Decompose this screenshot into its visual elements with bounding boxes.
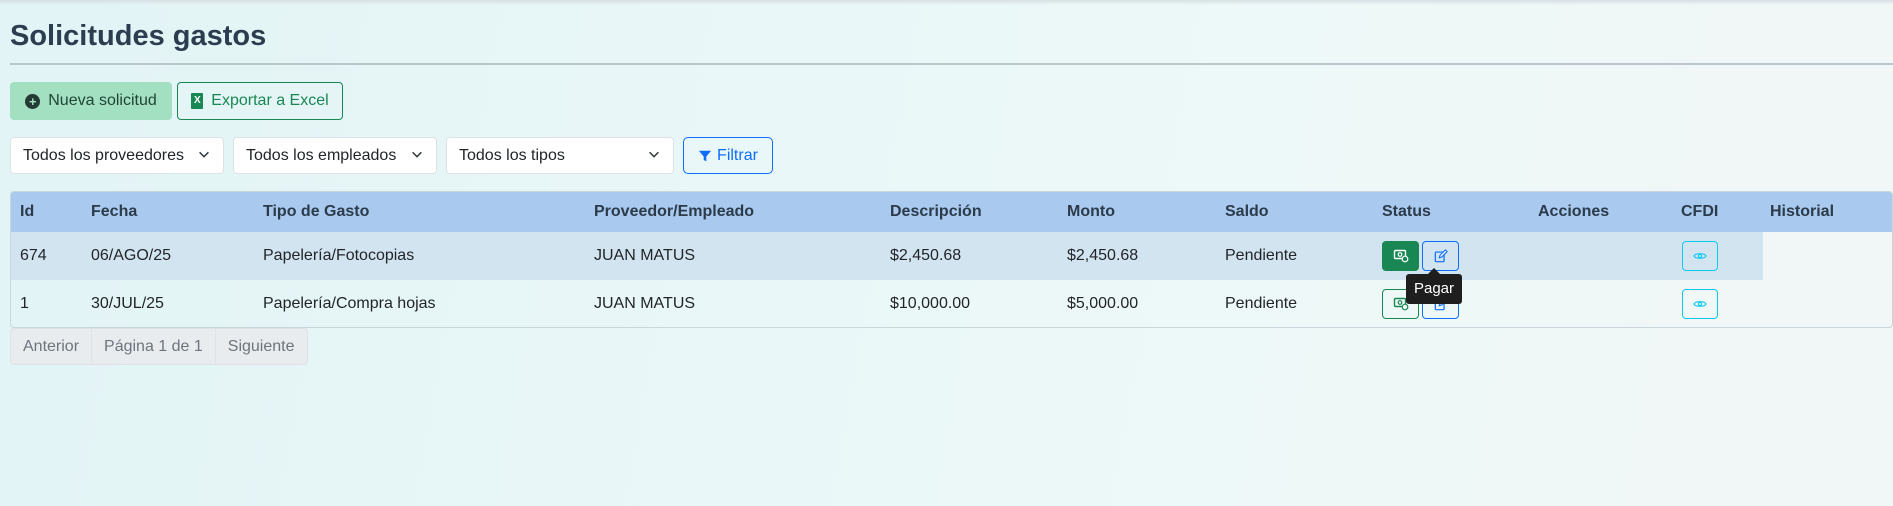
page-indicator: Página 1 de 1 (92, 329, 216, 364)
chevron-down-icon (412, 151, 422, 158)
edit-button[interactable] (1422, 241, 1459, 271)
cell-tipo-gasto: Papelería/Fotocopias (263, 247, 415, 264)
new-request-button[interactable]: + Nueva solicitud (10, 82, 172, 120)
export-excel-button[interactable]: X Exportar a Excel (177, 82, 343, 120)
header-tipo-gasto: Tipo de Gasto (263, 203, 370, 220)
employees-select[interactable]: Todos los empleados (233, 137, 437, 174)
export-excel-label: Exportar a Excel (211, 92, 329, 109)
header-historial: Historial (1770, 203, 1835, 220)
cell-descripcion: $2,450.68 (890, 247, 962, 264)
providers-select[interactable]: Todos los proveedores (10, 137, 224, 174)
header-fecha: Fecha (91, 203, 138, 220)
eye-icon (1693, 253, 1707, 259)
cell-fecha: 30/JUL/25 (91, 295, 164, 312)
funnel-icon (698, 150, 712, 161)
edit-pencil-icon (1434, 249, 1448, 263)
cell-id: 674 (20, 247, 47, 264)
header-status: Status (1382, 203, 1431, 220)
cfdi-view-button[interactable] (1682, 289, 1718, 319)
cell-monto: $2,450.68 (1067, 247, 1139, 264)
header-cfdi: CFDI (1681, 203, 1719, 220)
eye-icon (1693, 301, 1707, 307)
cash-pay-icon (1393, 249, 1408, 263)
employees-select-value: Todos los empleados (246, 146, 397, 164)
requests-table: Id Fecha Tipo de Gasto Proveedor/Emplead… (10, 191, 1893, 328)
prev-page-button[interactable]: Anterior (11, 329, 93, 364)
cfdi-view-button[interactable] (1682, 241, 1718, 271)
types-select[interactable]: Todos los tipos (446, 137, 674, 174)
table-row: 674 06/AGO/25 Papelería/Fotocopias JUAN … (11, 232, 1892, 280)
cell-descripcion: $10,000.00 (890, 295, 971, 312)
cell-id: 1 (20, 295, 29, 312)
header-id: Id (20, 203, 35, 220)
cell-monto: $5,000.00 (1067, 295, 1139, 312)
header-monto: Monto (1067, 203, 1115, 220)
plus-circle-icon: + (25, 93, 41, 109)
page-title: Solicitudes gastos (10, 20, 267, 52)
pay-button[interactable] (1382, 241, 1419, 271)
cell-saldo: Pendiente (1225, 247, 1298, 264)
cell-saldo: Pendiente (1225, 295, 1298, 312)
header-saldo: Saldo (1225, 203, 1269, 220)
filter-label: Filtrar (717, 146, 758, 164)
next-page-button[interactable]: Siguiente (216, 329, 307, 364)
chevron-down-icon (199, 151, 209, 158)
pagination: Anterior Página 1 de 1 Siguiente (10, 328, 308, 365)
types-select-value: Todos los tipos (459, 146, 565, 164)
filter-button[interactable]: Filtrar (683, 137, 773, 174)
excel-file-icon: X (191, 93, 204, 109)
cell-proveedor: JUAN MATUS (594, 247, 696, 264)
top-shadow (0, 0, 1893, 5)
title-divider (10, 63, 1893, 65)
cell-fecha: 06/AGO/25 (91, 247, 172, 264)
table-header: Id Fecha Tipo de Gasto Proveedor/Emplead… (11, 192, 1892, 232)
header-acciones: Acciones (1538, 203, 1610, 220)
table-row: 1 30/JUL/25 Papelería/Compra hojas JUAN … (11, 280, 1892, 327)
providers-select-value: Todos los proveedores (23, 146, 184, 164)
cell-proveedor: JUAN MATUS (594, 295, 696, 312)
cell-tipo-gasto: Papelería/Compra hojas (263, 295, 436, 312)
pay-tooltip: Pagar (1406, 274, 1462, 304)
header-proveedor: Proveedor/Empleado (594, 203, 755, 220)
chevron-down-icon (649, 151, 659, 158)
header-descripcion: Descripción (890, 203, 982, 220)
new-request-label: Nueva solicitud (48, 92, 157, 109)
